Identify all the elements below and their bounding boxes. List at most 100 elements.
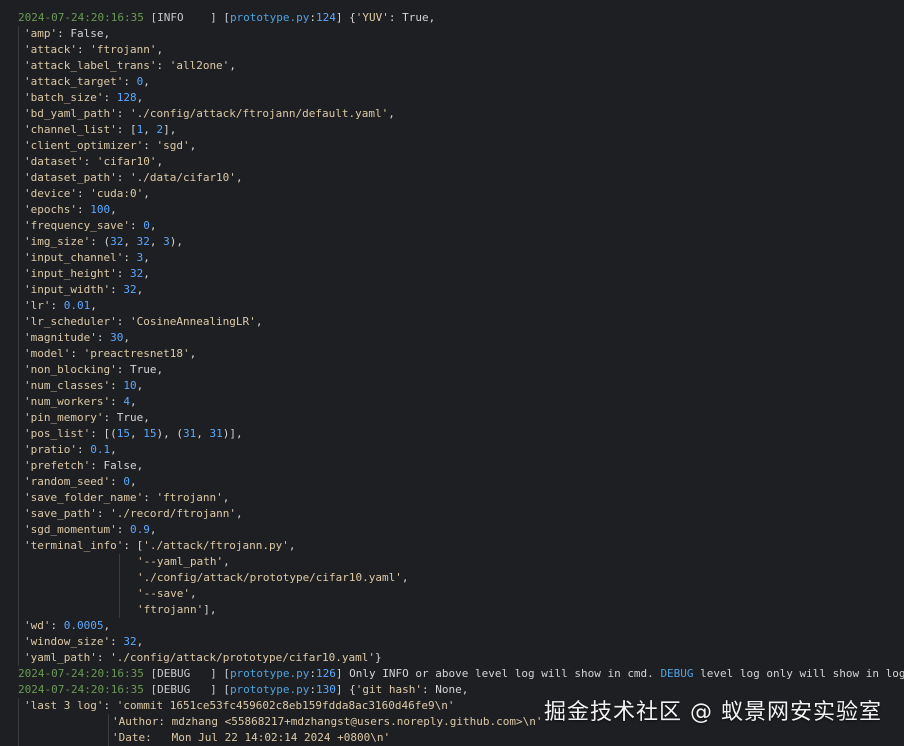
log-token: , [156,43,164,56]
log-token: , [388,107,395,120]
indent-guide [18,42,19,58]
log-line-text: 'dataset': 'cifar10', [24,154,163,170]
log-token: , [136,283,144,296]
log-token: , [110,443,117,456]
log-token: 'cifar10' [96,155,157,168]
log-line-text: 'batch_size': 128, [24,90,143,106]
log-token: , [136,379,144,392]
log-token: ] { [335,11,356,24]
log-line-text: 'bd_yaml_path': './config/attack/ftrojan… [24,106,395,122]
log-line-text: 'client_optimizer': 'sgd', [24,138,196,154]
log-token: : [116,107,130,120]
log-token: 'input_channel' [24,251,124,264]
log-line-text: '--save', [137,586,197,602]
log-line-text: 'attack_label_trans': 'all2one', [24,58,236,74]
log-token: 3 [163,235,170,248]
log-token: 100 [90,203,111,216]
indent-guide [18,266,19,282]
log-token: } [375,651,382,664]
log-token: : [116,315,130,328]
log-token: 'preactresnet18' [83,347,190,360]
log-token: 'sgd_momentum' [24,523,117,536]
log-line: '--save', [0,586,904,602]
log-token: 'num_workers' [24,395,111,408]
log-token: 'input_height' [24,267,117,280]
log-token: : [123,251,137,264]
log-token: : [50,619,64,632]
log-line: 'input_height': 32, [0,266,904,282]
indent-guide [18,250,19,266]
indent-guide [18,538,19,554]
log-token: : [76,43,91,56]
log-line: 'terminal_info': ['./attack/ftrojann.py'… [0,538,904,554]
log-token: 'yaml_path' [24,651,97,664]
log-token: 'all2one' [169,59,230,72]
log-token: 'model' [24,347,71,360]
log-line-text: 'yaml_path': './config/attack/prototype/… [24,650,382,666]
log-token: ), ( [156,427,183,440]
log-line-text: 'input_height': 32, [24,266,150,282]
log-token: 15 [143,427,157,440]
log-token: 'git hash' [355,683,423,696]
log-token: 'device' [24,187,77,200]
log-line-text: 'img_size': (32, 32, 3), [24,234,183,250]
log-token: : ( [90,235,111,248]
indent-guide [18,218,19,234]
log-token: , [235,171,243,184]
log-line-text: 'pin_memory': True, [24,410,150,426]
log-line: 'pratio': 0.1, [0,442,904,458]
indent-guide [18,106,19,122]
log-token: 15 [116,427,130,440]
indent-guide [18,570,19,586]
indent-guide [18,362,19,378]
log-token: : [76,443,91,456]
log-line-text: 'magnitude': 30, [24,330,130,346]
log-line-text: 'device': 'cuda:0', [24,186,150,202]
log-token: : [110,379,124,392]
log-token: ] Only INFO or above level log will show… [335,667,661,680]
log-token: 'lr_scheduler' [24,315,117,328]
log-token: '--save' [137,587,190,600]
log-token: 0.01 [63,299,91,312]
log-token: 'attack_label_trans' [24,59,157,72]
indent-guide [108,730,109,746]
indent-guide [18,426,19,442]
indent-guide [18,714,19,730]
log-token: 'channel_list' [24,123,117,136]
log-token: ], [163,123,177,136]
log-line: 'save_folder_name': 'ftrojann', [0,490,904,506]
log-line-text: 'model': 'preactresnet18', [24,346,196,362]
log-line-text: 'num_classes': 10, [24,378,143,394]
log-line: 'dataset_path': './data/cifar10', [0,170,904,186]
log-token: : True, [103,411,150,424]
log-line-text: './config/attack/prototype/cifar10.yaml'… [137,570,409,586]
log-line-text: 'save_folder_name': 'ftrojann', [24,490,229,506]
indent-guide [18,410,19,426]
log-token: [DEBUG ] [ [143,667,230,680]
terminal-output: 2024-07-24:20:16:35 [INFO ] [prototype.p… [0,10,904,746]
indent-guide [18,650,19,666]
log-token: 32 [123,635,137,648]
log-line: 'lr': 0.01, [0,298,904,314]
log-token: : [( [90,427,117,440]
log-token: : [110,395,124,408]
indent-guide [18,330,19,346]
log-token: 'Date: Mon Jul 22 14:02:14 2024 +0800\n' [112,731,391,744]
log-token: 'img_size' [24,235,91,248]
indent-guide [18,154,19,170]
log-token: 126 [316,667,336,680]
log-token: , [189,587,197,600]
log-line: 'dataset': 'cifar10', [0,154,904,170]
log-line: 'attack_target': 0, [0,74,904,90]
log-token: 0.0005 [63,619,104,632]
indent-guide [18,26,19,42]
log-token: 'dataset_path' [24,171,117,184]
log-token: , [235,507,243,520]
log-token: : [110,283,124,296]
log-token: : [96,651,111,664]
log-token: : [129,219,144,232]
log-token: 'pos_list' [24,427,91,440]
log-token: : [110,475,124,488]
log-token: : [116,523,130,536]
log-line-text: 'terminal_info': ['./attack/ftrojann.py'… [24,538,296,554]
